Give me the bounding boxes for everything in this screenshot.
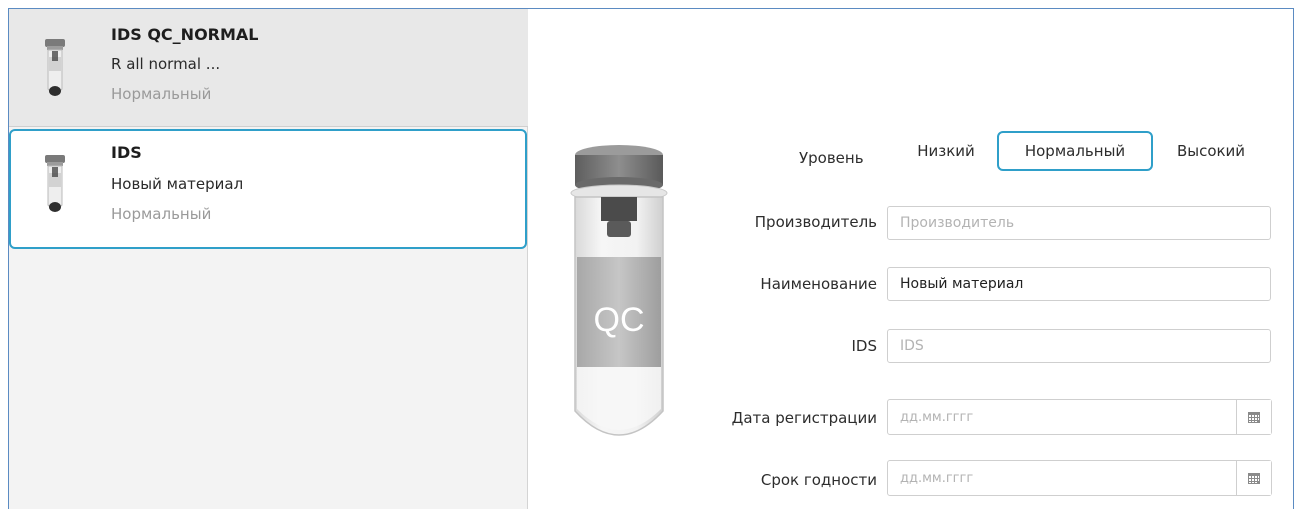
qc-label: QC bbox=[594, 301, 645, 339]
qc-tube-image: QC bbox=[570, 145, 668, 436]
calendar-icon bbox=[1248, 472, 1260, 484]
manufacturer-input[interactable] bbox=[887, 206, 1271, 240]
registration-date-label: Дата регистрации bbox=[731, 409, 877, 427]
level-low-button[interactable]: Низкий bbox=[907, 131, 985, 171]
registration-date-calendar-button[interactable] bbox=[1236, 400, 1271, 434]
manufacturer-label: Производитель bbox=[754, 213, 877, 231]
material-list: IDS QC_NORMAL R all normal ... Нормальны… bbox=[9, 9, 528, 509]
name-input[interactable] bbox=[887, 267, 1271, 301]
material-subtitle: R all normal ... bbox=[111, 55, 221, 73]
material-level: Нормальный bbox=[111, 85, 212, 103]
window-frame: IDS QC_NORMAL R all normal ... Нормальны… bbox=[8, 8, 1294, 509]
expiry-date-field bbox=[887, 460, 1272, 496]
level-high-button[interactable]: Высокий bbox=[1161, 131, 1261, 171]
material-subtitle: Новый материал bbox=[111, 175, 244, 193]
expiry-date-label: Срок годности bbox=[760, 471, 877, 489]
level-normal-button[interactable]: Нормальный bbox=[997, 131, 1153, 171]
ids-label: IDS bbox=[851, 337, 878, 355]
material-list-item[interactable]: IDS QC_NORMAL R all normal ... Нормальны… bbox=[9, 9, 528, 127]
material-title: IDS QC_NORMAL bbox=[111, 25, 259, 44]
small-tube-icon bbox=[45, 39, 65, 96]
material-title: IDS bbox=[111, 143, 142, 162]
calendar-icon bbox=[1248, 411, 1260, 423]
material-list-item-selected[interactable]: IDS Новый материал Нормальный bbox=[9, 129, 527, 249]
expiry-date-input[interactable] bbox=[888, 461, 1262, 495]
registration-date-field bbox=[887, 399, 1272, 435]
name-label: Наименование bbox=[760, 275, 877, 293]
registration-date-input[interactable] bbox=[888, 400, 1262, 434]
level-label: Уровень bbox=[799, 149, 864, 167]
ids-input[interactable] bbox=[887, 329, 1271, 363]
material-level: Нормальный bbox=[111, 205, 212, 223]
expiry-date-calendar-button[interactable] bbox=[1236, 461, 1271, 495]
small-tube-icon bbox=[45, 155, 65, 212]
